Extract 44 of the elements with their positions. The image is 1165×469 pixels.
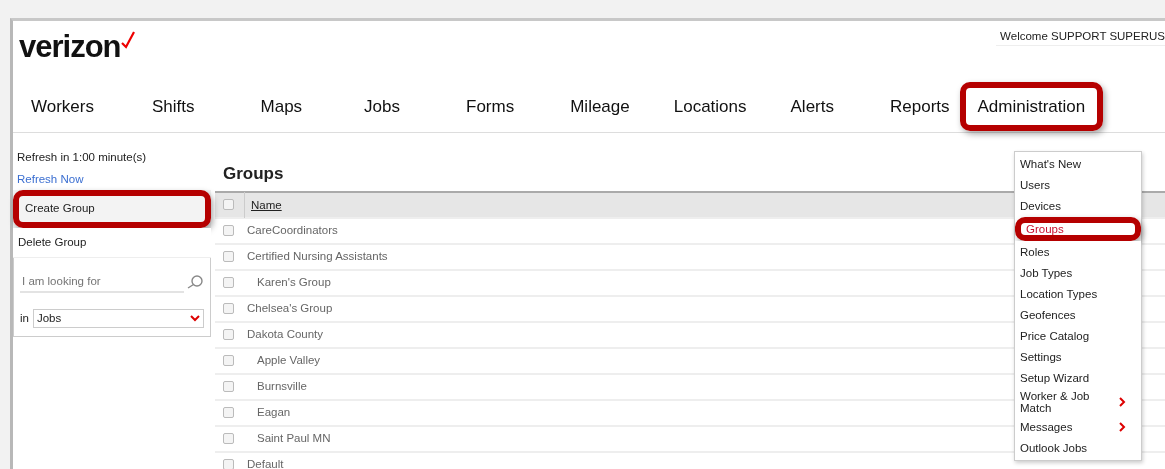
nav-tab[interactable]: Shifts: [146, 93, 201, 120]
action-link[interactable]: Create Group: [13, 190, 211, 228]
menu-item[interactable]: Roles: [1015, 241, 1141, 263]
menu-item[interactable]: Setup Wizard: [1015, 367, 1141, 389]
nav-tab[interactable]: Locations: [667, 93, 753, 120]
menu-item[interactable]: Worker & Job Match: [1015, 388, 1141, 417]
menu-item[interactable]: What's New: [1015, 154, 1141, 175]
refresh-timer: Refresh in 1:00 minute(s): [17, 150, 148, 165]
nav-tab[interactable]: Jobs: [358, 93, 406, 120]
menu-item[interactable]: Messages: [1015, 416, 1141, 438]
logo: verizon: [19, 31, 135, 62]
group-name: Dakota County: [246, 326, 324, 342]
group-name: Karen's Group: [256, 274, 331, 290]
group-name: CareCoordinators: [246, 222, 338, 238]
nav-tab[interactable]: Reports: [884, 93, 956, 120]
scope-label: in: [20, 311, 29, 326]
nav-tab[interactable]: Alerts: [784, 93, 840, 120]
nav-tab[interactable]: Administration: [959, 81, 1104, 132]
action-link[interactable]: Delete Group: [13, 227, 211, 257]
nav-tab[interactable]: Maps: [254, 93, 309, 120]
welcome-text: Welcome SUPPORT SUPERUS: [996, 25, 1165, 47]
nav-tab[interactable]: Forms: [460, 93, 521, 120]
menu-item[interactable]: Outlook Jobs: [1015, 437, 1141, 459]
menu-item[interactable]: Geofences: [1015, 304, 1141, 326]
group-name: Default: [246, 456, 284, 469]
group-name: Burnsville: [256, 378, 307, 394]
nav-tab[interactable]: Workers: [25, 93, 100, 120]
scope-dropdown[interactable]: Jobs: [32, 309, 204, 329]
group-name: Chelsea's Group: [246, 300, 333, 316]
menu-item[interactable]: Settings: [1015, 346, 1141, 368]
menu-item[interactable]: Groups: [1015, 217, 1141, 242]
menu-item[interactable]: Devices: [1015, 196, 1141, 217]
page-title: Groups: [223, 163, 284, 185]
nav-tab[interactable]: Mileage: [564, 93, 636, 120]
group-name: Certified Nursing Assistants: [246, 248, 388, 264]
group-name: Saint Paul MN: [256, 430, 331, 446]
group-name: Apple Valley: [256, 352, 321, 368]
menu-item[interactable]: Job Types: [1015, 262, 1141, 284]
menu-item[interactable]: Location Types: [1015, 283, 1141, 305]
column-header[interactable]: Name: [244, 191, 282, 218]
menu-item[interactable]: Price Catalog: [1015, 325, 1141, 347]
menu-item[interactable]: Users: [1015, 175, 1141, 196]
group-name: Eagan: [256, 404, 291, 420]
refresh-link[interactable]: Refresh Now: [17, 171, 84, 189]
